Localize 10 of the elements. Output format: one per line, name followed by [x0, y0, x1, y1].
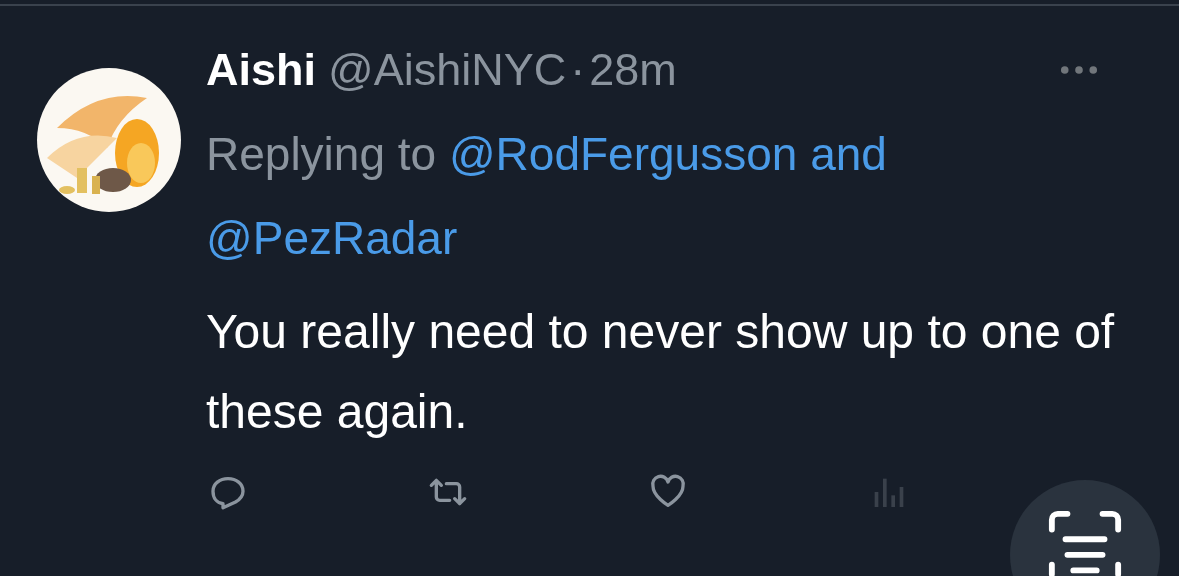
handle[interactable]: @AishiNYC — [328, 44, 567, 96]
tweet-text: You really need to never show up to one of these again. — [206, 304, 1116, 440]
timestamp[interactable]: 28m — [589, 44, 677, 96]
mention-link[interactable]: @PezRadar — [206, 212, 458, 264]
more-icon[interactable] — [1060, 65, 1098, 75]
display-name[interactable]: Aishi — [206, 44, 317, 96]
scan-text-icon — [1046, 508, 1124, 576]
mention-link[interactable]: @RodFergusson — [448, 128, 798, 180]
separator-dot: · — [570, 44, 586, 96]
reply-context: Replying to @RodFergusson and @PezRadar — [206, 127, 888, 266]
